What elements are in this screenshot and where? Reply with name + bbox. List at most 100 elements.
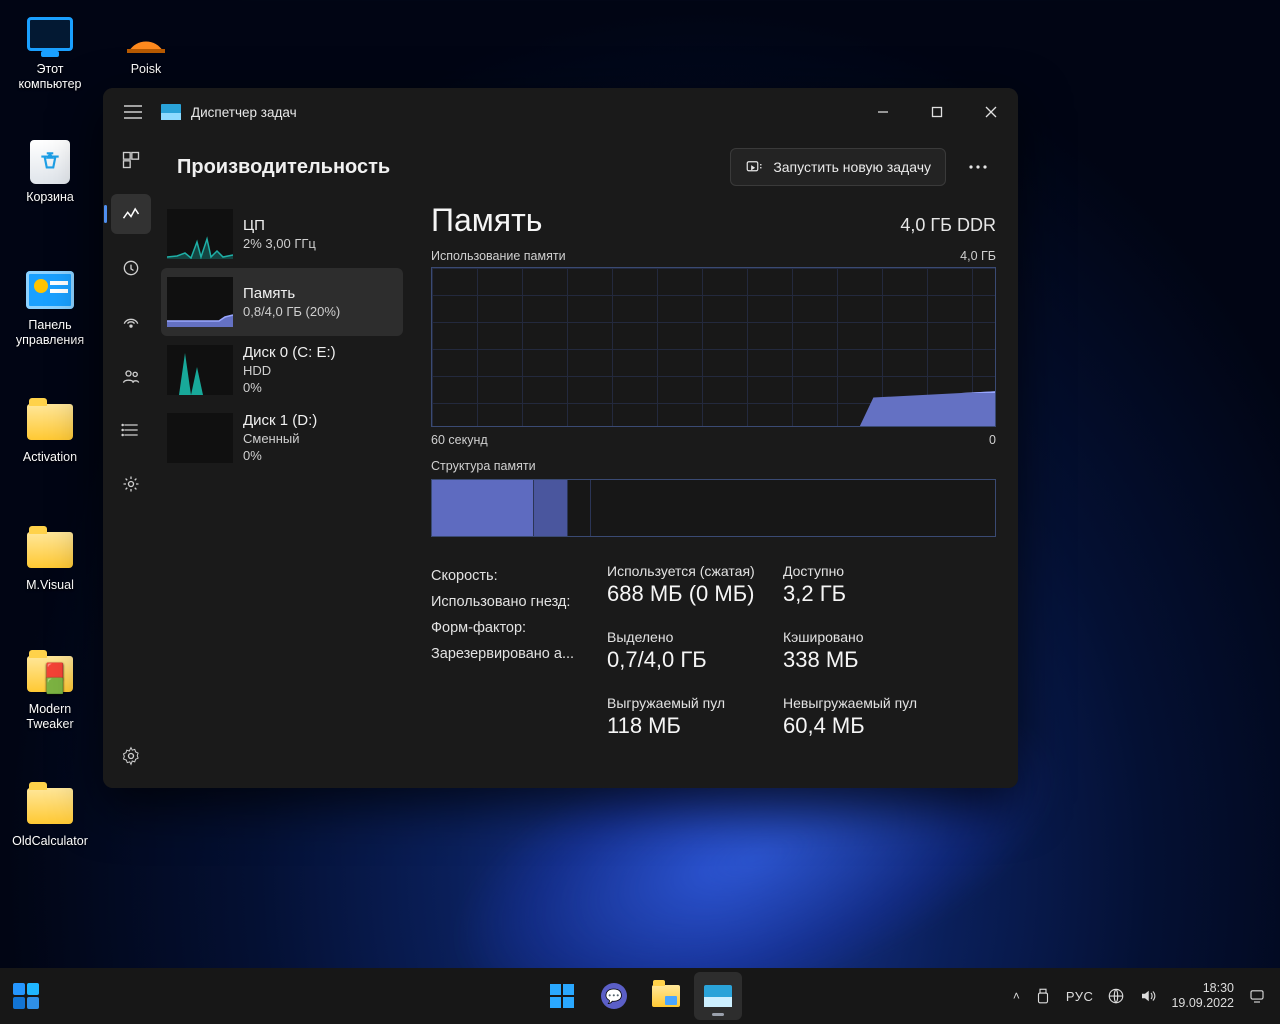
desktop-icon-label: Modern Tweaker xyxy=(2,702,98,732)
monitor-icon xyxy=(26,10,74,58)
nav-startup-apps[interactable] xyxy=(111,302,151,342)
desktop-icon-mvisual[interactable]: M.Visual xyxy=(2,526,98,593)
resource-item-memory[interactable]: Память 0,8/4,0 ГБ (20%) xyxy=(161,268,403,336)
resource-sub: 0,8/4,0 ГБ (20%) xyxy=(243,303,397,320)
pane-title: Память xyxy=(431,202,542,239)
stat-paged-value: 118 МБ xyxy=(607,713,777,739)
composition-seg-standby xyxy=(567,480,590,536)
stat-used-value: 688 МБ (0 МБ) xyxy=(607,581,777,607)
chart-xleft: 60 секунд xyxy=(431,433,488,447)
tray-overflow-button[interactable]: ˄ xyxy=(1013,989,1020,1003)
resource-sub: 2% 3,00 ГГц xyxy=(243,235,397,252)
desktop-icon-label: M.Visual xyxy=(2,578,98,593)
desktop-icon-label: OldCalculator xyxy=(2,834,98,849)
stat-cached-label: Кэшировано xyxy=(783,629,996,645)
nav-rail xyxy=(103,136,159,788)
nav-services[interactable] xyxy=(111,464,151,504)
nav-settings[interactable] xyxy=(111,736,151,776)
nav-processes[interactable] xyxy=(111,140,151,180)
desktop-icon-this-pc[interactable]: Этот компьютер xyxy=(2,10,98,92)
recycle-bin-icon xyxy=(26,138,74,186)
desktop-icon-control-panel[interactable]: Панель управления xyxy=(2,266,98,348)
desktop-icon-oldcalculator[interactable]: OldCalculator xyxy=(2,782,98,849)
desktop-icon-label: Панель управления xyxy=(2,318,98,348)
desktop-icon-tweaker[interactable]: 🟥🟩 Modern Tweaker xyxy=(2,650,98,732)
memory-composition-chart[interactable] xyxy=(431,479,996,537)
folder-icon xyxy=(26,782,74,830)
run-new-task-label: Запустить новую задачу xyxy=(773,159,931,175)
nav-app-history[interactable] xyxy=(111,248,151,288)
poisk-icon xyxy=(122,10,170,58)
nav-details[interactable] xyxy=(111,410,151,450)
taskbar-task-manager[interactable] xyxy=(694,972,742,1020)
resource-sub: Сменный xyxy=(243,430,397,447)
minimize-button[interactable] xyxy=(856,92,910,132)
memory-stats: Используется (сжатая) 688 МБ (0 МБ) Дост… xyxy=(431,563,996,739)
notifications-icon[interactable] xyxy=(1248,987,1266,1005)
chart-ymax: 4,0 ГБ xyxy=(960,249,996,263)
file-explorer-icon xyxy=(652,985,680,1007)
task-manager-window: Диспетчер задач Производительность xyxy=(103,88,1018,788)
memory-thumbnail xyxy=(167,277,233,327)
composition-seg-modified xyxy=(533,480,567,536)
start-button[interactable] xyxy=(538,972,586,1020)
section-header: Производительность Запустить новую задач… xyxy=(159,136,1018,198)
control-panel-icon xyxy=(26,266,74,314)
task-manager-icon xyxy=(704,985,732,1007)
stat-used-label: Используется (сжатая) xyxy=(607,563,777,579)
memory-usage-chart[interactable] xyxy=(431,267,996,427)
memory-facts: Скорость: Использовано гнезд: Форм-факто… xyxy=(431,563,601,739)
desktop-icon-label: Этот компьютер xyxy=(2,62,98,92)
more-options-button[interactable] xyxy=(956,148,1000,186)
memory-pane: Память 4,0 ГБ DDR Использование памяти 4… xyxy=(409,198,1018,788)
window-body: Производительность Запустить новую задач… xyxy=(103,136,1018,788)
chat-icon: 💬 xyxy=(601,983,627,1009)
stat-avail-value: 3,2 ГБ xyxy=(783,581,996,607)
taskbar: 💬 ˄ РУС 18:30 19.09.2022 xyxy=(0,968,1280,1024)
volume-icon[interactable] xyxy=(1139,987,1157,1005)
close-button[interactable] xyxy=(964,92,1018,132)
stat-nonpaged-label: Невыгружаемый пул xyxy=(783,695,996,711)
task-manager-icon xyxy=(161,104,181,120)
pane-capacity: 4,0 ГБ DDR xyxy=(900,215,996,236)
widgets-button[interactable] xyxy=(0,983,52,1009)
stat-paged-label: Выгружаемый пул xyxy=(607,695,777,711)
desktop-icon-recycle-bin[interactable]: Корзина xyxy=(2,138,98,205)
run-new-task-button[interactable]: Запустить новую задачу xyxy=(730,148,946,186)
stat-avail-label: Доступно xyxy=(783,563,996,579)
stat-cached-value: 338 МБ xyxy=(783,647,996,673)
resource-sub: HDD xyxy=(243,362,397,379)
fact-speed: Скорость: xyxy=(431,563,601,589)
desktop-icon-label: Poisk xyxy=(98,62,194,77)
chart-usage-label: Использование памяти xyxy=(431,249,566,263)
resource-item-disk1[interactable]: Диск 1 (D:) Сменный 0% xyxy=(161,404,403,472)
nav-performance[interactable] xyxy=(111,194,151,234)
widgets-icon xyxy=(13,983,39,1009)
titlebar[interactable]: Диспетчер задач xyxy=(103,88,1018,136)
disk-thumbnail xyxy=(167,413,233,463)
resource-item-cpu[interactable]: ЦП 2% 3,00 ГГц xyxy=(161,200,403,268)
nav-users[interactable] xyxy=(111,356,151,396)
clock[interactable]: 18:30 19.09.2022 xyxy=(1171,981,1234,1011)
taskbar-explorer[interactable] xyxy=(642,972,690,1020)
maximize-button[interactable] xyxy=(910,92,964,132)
cpu-thumbnail xyxy=(167,209,233,259)
window-title: Диспетчер задач xyxy=(191,105,297,120)
taskbar-chat[interactable]: 💬 xyxy=(590,972,638,1020)
hamburger-button[interactable] xyxy=(107,88,159,136)
desktop-icon-activation[interactable]: Activation xyxy=(2,398,98,465)
desktop-icon-poisk[interactable]: Poisk xyxy=(98,10,194,77)
clock-date: 19.09.2022 xyxy=(1171,996,1234,1011)
usb-icon[interactable] xyxy=(1034,987,1052,1005)
run-task-icon xyxy=(745,158,763,176)
disk-thumbnail xyxy=(167,345,233,395)
language-indicator[interactable]: РУС xyxy=(1066,989,1094,1004)
resource-item-disk0[interactable]: Диск 0 (C: E:) HDD 0% xyxy=(161,336,403,404)
composition-seg-used xyxy=(432,480,533,536)
stat-commit-label: Выделено xyxy=(607,629,777,645)
network-icon[interactable] xyxy=(1107,987,1125,1005)
stat-commit-value: 0,7/4,0 ГБ xyxy=(607,647,777,673)
folder-icon xyxy=(26,526,74,574)
clock-time: 18:30 xyxy=(1171,981,1234,996)
stat-nonpaged-value: 60,4 МБ xyxy=(783,713,996,739)
